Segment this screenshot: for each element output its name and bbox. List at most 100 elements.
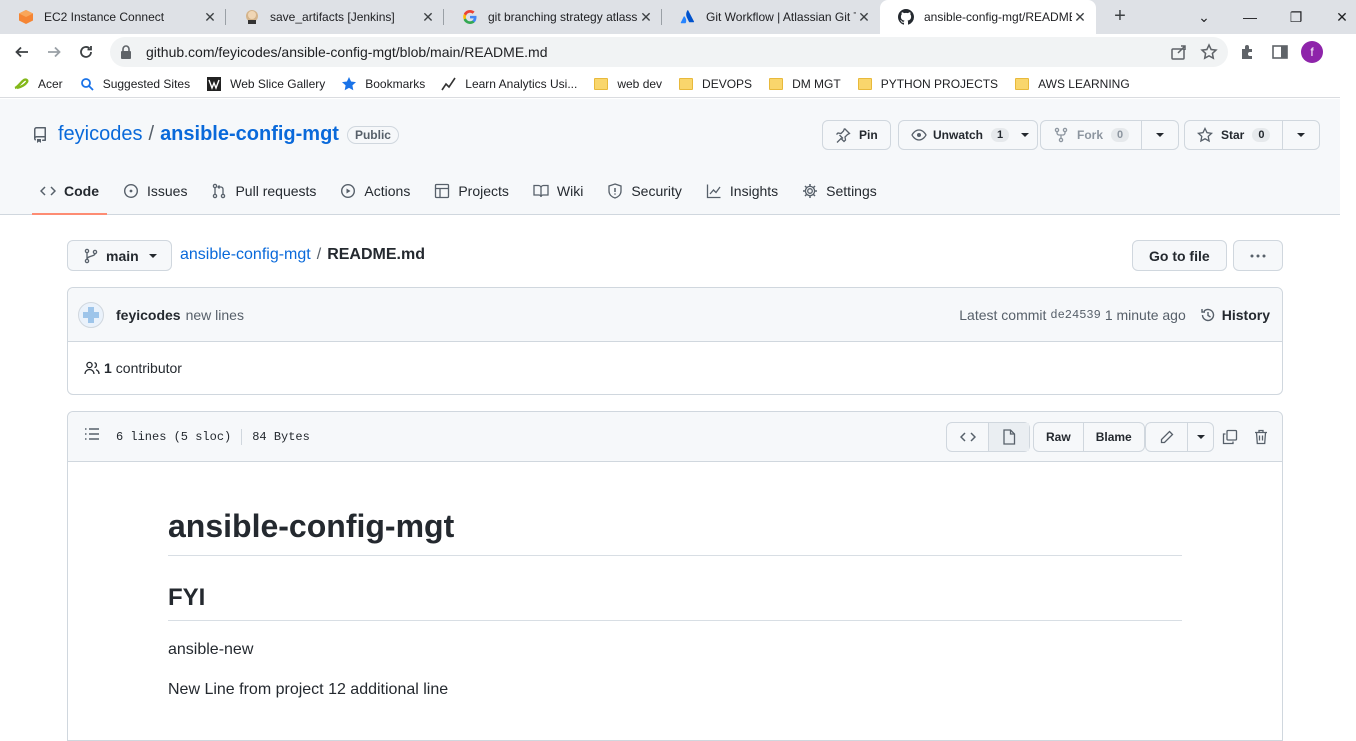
restore-button[interactable]: ❐ bbox=[1284, 5, 1308, 29]
folder-icon bbox=[768, 76, 784, 92]
raw-button[interactable]: Raw bbox=[1034, 423, 1083, 451]
tab-title: git branching strategy atlassian bbox=[488, 10, 638, 24]
side-panel-icon[interactable] bbox=[1270, 42, 1290, 62]
commit-sha[interactable]: de24539 bbox=[1050, 308, 1100, 322]
file-size: 84 Bytes bbox=[252, 429, 310, 444]
pin-button[interactable]: Pin bbox=[822, 120, 891, 150]
tab-projects[interactable]: Projects bbox=[426, 171, 517, 211]
breadcrumb-repo-link[interactable]: ansible-config-mgt bbox=[180, 246, 311, 264]
rendered-view-button[interactable] bbox=[988, 423, 1029, 451]
bookmark-label: Bookmarks bbox=[365, 76, 426, 91]
branch-name: main bbox=[106, 247, 139, 264]
bookmark-learn-analytics[interactable]: Learn Analytics Usi... bbox=[441, 76, 577, 92]
bookmark-label: Suggested Sites bbox=[102, 76, 191, 91]
fork-button[interactable]: Fork 0 bbox=[1040, 120, 1180, 150]
avatar[interactable] bbox=[78, 301, 104, 328]
bookmark-folder-python-projects[interactable]: PYTHON PROJECTS bbox=[857, 76, 998, 92]
tab-issues[interactable]: Issues bbox=[115, 171, 195, 211]
address-bar[interactable]: github.com/feyicodes/ansible-config-mgt/… bbox=[110, 37, 1228, 67]
close-tab-icon[interactable]: ✕ bbox=[420, 9, 436, 25]
table-icon bbox=[434, 183, 450, 199]
close-window-button[interactable]: ✕ bbox=[1330, 5, 1354, 29]
analytics-chart-icon bbox=[441, 76, 457, 92]
go-to-file-button[interactable]: Go to file bbox=[1132, 240, 1227, 271]
bookmark-folder-aws-learning[interactable]: AWS LEARNING bbox=[1014, 76, 1130, 92]
tab-settings[interactable]: Settings bbox=[794, 171, 885, 211]
blame-button[interactable]: Blame bbox=[1082, 423, 1144, 451]
readme-heading-1: ansible-config-mgt bbox=[168, 508, 1182, 556]
bookmark-folder-devops[interactable]: DEVOPS bbox=[678, 76, 752, 92]
close-tab-icon[interactable]: ✕ bbox=[202, 9, 218, 25]
bookmark-acer[interactable]: Acer bbox=[14, 76, 63, 92]
forward-button[interactable] bbox=[42, 40, 66, 64]
tab-label: Pull requests bbox=[235, 183, 317, 199]
close-tab-icon[interactable]: ✕ bbox=[1072, 9, 1088, 25]
tab-actions[interactable]: Actions bbox=[332, 171, 418, 211]
tab-code[interactable]: Code bbox=[32, 171, 107, 215]
tab-google-search[interactable]: git branching strategy atlassian ✕ bbox=[444, 0, 662, 34]
acer-icon bbox=[14, 76, 30, 92]
edit-file-button[interactable] bbox=[1146, 423, 1187, 451]
tab-ec2-instance-connect[interactable]: EC2 Instance Connect ✕ bbox=[0, 0, 226, 34]
folder-icon bbox=[1014, 76, 1030, 92]
bookmark-star-icon[interactable] bbox=[1200, 43, 1218, 64]
bookmark-folder-web-dev[interactable]: web dev bbox=[593, 76, 662, 92]
tab-atlassian[interactable]: Git Workflow | Atlassian Git Tutorial ✕ bbox=[662, 0, 880, 34]
copy-raw-button[interactable] bbox=[1219, 426, 1241, 448]
outline-list-icon[interactable] bbox=[84, 426, 100, 447]
branch-selector[interactable]: main bbox=[67, 240, 172, 271]
tab-jenkins[interactable]: save_artifacts [Jenkins] ✕ bbox=[226, 0, 444, 34]
tab-title: ansible-config-mgt/README.md bbox=[924, 10, 1072, 24]
back-button[interactable] bbox=[10, 40, 34, 64]
tab-label: Projects bbox=[458, 183, 509, 199]
tab-wiki[interactable]: Wiki bbox=[525, 171, 591, 211]
contributor-label: contributor bbox=[115, 360, 182, 376]
source-view-button[interactable] bbox=[947, 423, 988, 451]
bookmark-web-slice-gallery[interactable]: Web Slice Gallery bbox=[206, 76, 325, 92]
edit-dropdown-button[interactable] bbox=[1187, 423, 1213, 451]
pencil-icon bbox=[1160, 430, 1173, 444]
readme-paragraph: New Line from project 12 additional line bbox=[168, 681, 449, 698]
tab-github-readme[interactable]: ansible-config-mgt/README.md ✕ bbox=[880, 0, 1096, 34]
repo-name-link[interactable]: ansible-config-mgt bbox=[160, 123, 339, 146]
tab-security[interactable]: Security bbox=[599, 171, 690, 211]
reload-button[interactable] bbox=[74, 40, 98, 64]
commit-message[interactable]: new lines bbox=[186, 307, 244, 323]
profile-avatar[interactable]: f bbox=[1301, 41, 1323, 63]
code-icon bbox=[40, 183, 56, 199]
delete-file-button[interactable] bbox=[1250, 426, 1272, 448]
share-icon[interactable] bbox=[1170, 43, 1188, 64]
watch-button[interactable]: Unwatch 1 bbox=[898, 120, 1039, 150]
arrow-right-icon bbox=[48, 46, 61, 58]
pin-label: Pin bbox=[859, 128, 878, 142]
bookmark-bookmarks[interactable]: Bookmarks bbox=[341, 76, 425, 92]
bookmark-suggested-sites[interactable]: Suggested Sites bbox=[79, 76, 190, 92]
chevron-down-icon bbox=[1196, 435, 1205, 439]
bookmark-folder-dm-mgt[interactable]: DM MGT bbox=[768, 76, 841, 92]
bookmark-label: Web Slice Gallery bbox=[230, 76, 326, 91]
repo-owner-link[interactable]: feyicodes bbox=[58, 123, 143, 146]
star-dropdown[interactable] bbox=[1282, 121, 1319, 149]
minimize-button[interactable]: — bbox=[1238, 5, 1262, 29]
contributor-count: 1 bbox=[104, 360, 112, 376]
tab-insights[interactable]: Insights bbox=[698, 171, 786, 211]
close-tab-icon[interactable]: ✕ bbox=[638, 9, 654, 25]
readme-heading-2: FYI bbox=[168, 584, 1182, 621]
history-link[interactable]: History bbox=[1200, 307, 1270, 323]
tab-pull-requests[interactable]: Pull requests bbox=[203, 171, 324, 211]
url-text: github.com/feyicodes/ansible-config-mgt/… bbox=[146, 44, 548, 60]
extensions-puzzle-icon[interactable] bbox=[1238, 42, 1258, 62]
commit-author[interactable]: feyicodes bbox=[116, 307, 181, 323]
watch-count: 1 bbox=[991, 128, 1010, 142]
star-button[interactable]: Star 0 bbox=[1184, 120, 1321, 150]
tab-search-chevron-icon[interactable]: ⌄ bbox=[1192, 5, 1216, 29]
fork-dropdown[interactable] bbox=[1141, 121, 1178, 149]
new-tab-button[interactable]: + bbox=[1109, 6, 1131, 28]
more-options-button[interactable] bbox=[1233, 240, 1283, 271]
github-icon bbox=[898, 9, 914, 25]
fork-icon bbox=[1054, 127, 1068, 143]
contributors-row[interactable]: 1 contributor bbox=[68, 342, 1282, 394]
copy-icon bbox=[1222, 429, 1238, 445]
view-toggle bbox=[946, 422, 1030, 452]
close-tab-icon[interactable]: ✕ bbox=[856, 9, 872, 25]
